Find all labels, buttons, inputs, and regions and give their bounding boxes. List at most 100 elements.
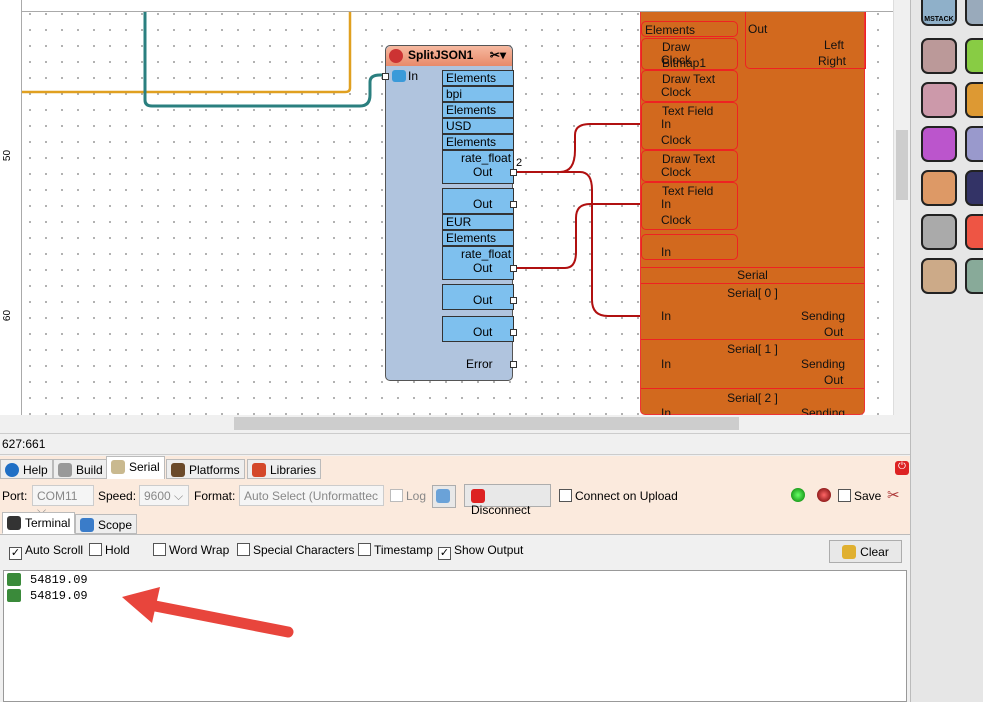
palette-keypad[interactable] (965, 0, 983, 26)
tab-help[interactable]: Help (0, 459, 53, 479)
in-label: In (661, 117, 672, 131)
out-pin[interactable] (510, 265, 517, 272)
tab-platforms[interactable]: Platforms (166, 459, 245, 479)
out-pin[interactable] (510, 201, 517, 208)
buttons-out-label: Out (748, 22, 768, 36)
log-checkbox[interactable]: Log (390, 489, 426, 503)
serial-2[interactable]: Serial[ 2 ] In Sending (641, 390, 864, 415)
text-in-cell[interactable] (641, 234, 738, 260)
tools-icon[interactable]: ✂ (887, 486, 900, 504)
error-pin[interactable] (510, 361, 517, 368)
serial-in-label: In (661, 406, 672, 415)
palette-puzzle[interactable] (965, 38, 983, 74)
sending-label: Sending (801, 309, 846, 323)
chip-icon (171, 463, 185, 477)
format-select[interactable]: Auto Select (Unformattec (239, 485, 384, 506)
elements-cell: Elements (442, 70, 514, 86)
serial-in-label: In (661, 357, 672, 371)
palette-h[interactable] (921, 126, 957, 162)
horizontal-scrollbar[interactable] (22, 415, 893, 432)
tab-serial[interactable]: Serial (106, 456, 165, 479)
palette-text[interactable] (965, 82, 983, 118)
palette-stripes[interactable] (965, 170, 983, 206)
show-output-checkbox[interactable]: ✓ Show Output (438, 543, 523, 560)
usd-cell[interactable]: USD (442, 118, 514, 134)
palette-gauge[interactable] (965, 258, 983, 294)
port-label: Port: (2, 489, 28, 503)
file-icon (436, 489, 450, 503)
speed-select[interactable]: 9600 ⌵ (139, 485, 189, 506)
palette-factory[interactable] (921, 38, 957, 74)
ruler-label: 60 (2, 309, 14, 322)
status-bar: 627:661 (0, 433, 910, 455)
right-label: Right (818, 54, 847, 68)
serial-0[interactable]: Serial[ 0 ] In Sending Out (641, 284, 864, 340)
subtab-terminal[interactable]: Terminal (2, 512, 76, 534)
tab-build[interactable]: Build (53, 459, 108, 479)
vertical-scrollbar[interactable] (893, 0, 909, 415)
left-ruler: 50 60 (0, 0, 22, 415)
elements-cell: Elements (641, 21, 738, 37)
serial-1[interactable]: Serial[ 1 ] In Sending Out (641, 341, 864, 389)
bpi-cell[interactable]: bpi (442, 86, 514, 102)
out-label: Out (473, 197, 493, 211)
terminal-icon (7, 516, 21, 530)
save-checkbox[interactable]: Save (838, 489, 881, 503)
log-file-button[interactable] (432, 485, 456, 508)
in-label: In (661, 245, 672, 259)
elements-cell: Elements (442, 230, 514, 246)
serial-in-label: In (661, 309, 672, 323)
out-label: Out (473, 293, 493, 307)
text-icon (392, 70, 406, 82)
palette-traffic-light[interactable] (921, 214, 957, 250)
timestamp-checkbox[interactable]: Timestamp (358, 543, 433, 557)
speed-label: Speed: (98, 489, 137, 503)
received-icon (7, 573, 21, 586)
in-label: In (408, 69, 419, 83)
device-component[interactable]: Elements Draw Bitmap1 Clock Draw Text Cl… (640, 0, 866, 415)
palette-sphere[interactable] (921, 82, 957, 118)
disconnect-button[interactable]: Disconnect (464, 484, 551, 517)
palette-chart[interactable] (921, 170, 957, 206)
out-pin[interactable] (510, 329, 517, 336)
tools-icon[interactable]: ✂▾ (490, 48, 506, 62)
in-pin[interactable] (382, 73, 389, 80)
elements-cell: Elements (442, 134, 514, 150)
tx-led-icon (817, 488, 831, 502)
output-line: 54819.09 (30, 573, 88, 587)
subtab-scope[interactable]: Scope (75, 514, 138, 534)
palette-controller[interactable] (965, 126, 983, 162)
out-pin[interactable] (510, 169, 517, 176)
component-palette: MSTACK (910, 0, 983, 702)
auto-scroll-checkbox[interactable]: ✓ Auto Scroll (9, 543, 83, 560)
hold-checkbox[interactable]: Hold (89, 543, 130, 557)
diagram-canvas[interactable]: SplitJSON1 ✂▾ In Elements bpi Elements US… (0, 0, 893, 415)
books-icon (252, 463, 266, 477)
wire-count: 2 (516, 157, 523, 169)
out-label: Out (473, 165, 493, 179)
splitjson-component[interactable]: SplitJSON1 ✂▾ In Elements bpi Elements US… (382, 45, 522, 381)
word-wrap-checkbox[interactable]: Word Wrap (153, 543, 229, 557)
rx-led-icon (791, 488, 805, 502)
eur-cell[interactable]: EUR (442, 214, 514, 230)
clock-label: Clock (661, 133, 692, 147)
clear-button[interactable]: Clear (829, 540, 902, 563)
palette-converter[interactable] (921, 258, 957, 294)
received-icon (7, 589, 21, 602)
connect-on-upload-checkbox[interactable]: Connect on Upload (559, 489, 678, 503)
palette-mstack[interactable]: MSTACK (921, 0, 957, 26)
left-label: Left (824, 38, 845, 52)
special-characters-checkbox[interactable]: Special Characters (237, 543, 354, 557)
serial-header: Serial (641, 267, 864, 284)
port-select[interactable]: COM11 ⌵ (32, 485, 94, 517)
palette-power[interactable] (965, 214, 983, 250)
serial-out-label: Out (824, 325, 844, 339)
out-pin[interactable] (510, 297, 517, 304)
clock-label: Clock (661, 165, 692, 179)
close-panel-icon[interactable]: ⏻ (895, 461, 909, 475)
clock-label: Clock (661, 213, 692, 227)
top-ruler (0, 0, 893, 12)
out-label: Out (473, 261, 493, 275)
serial-2-title: Serial[ 2 ] (727, 391, 778, 405)
tab-libraries[interactable]: Libraries (247, 459, 322, 479)
